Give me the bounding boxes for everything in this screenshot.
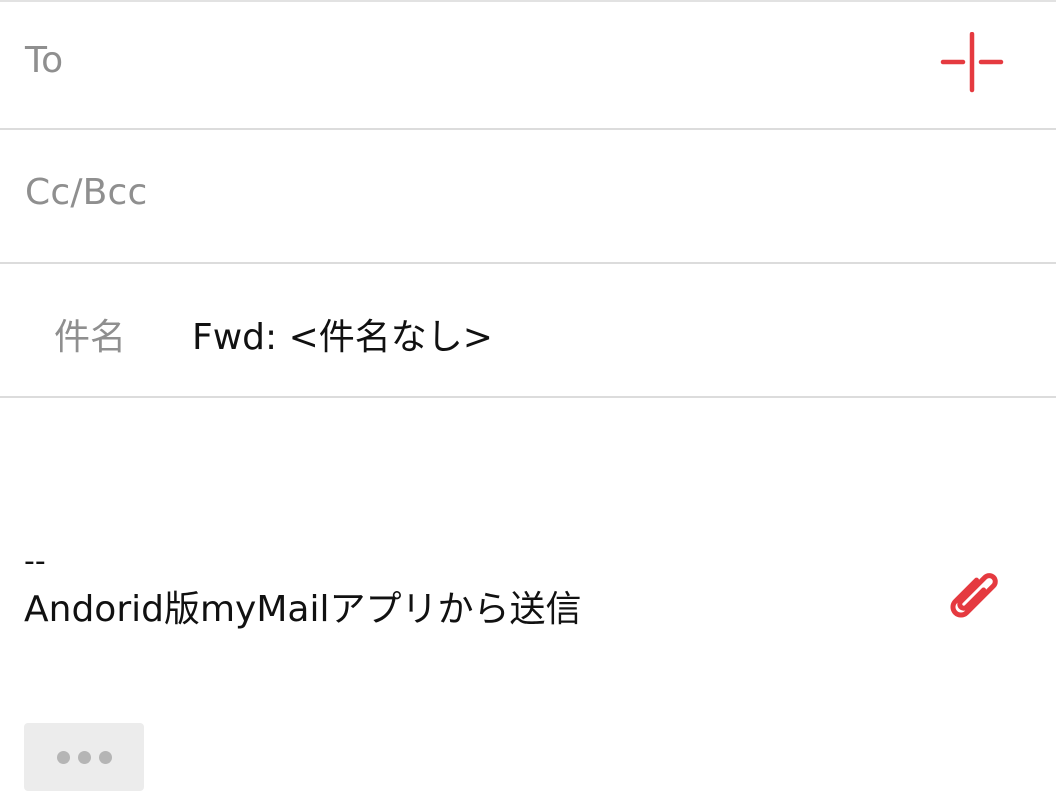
to-row[interactable]: To	[0, 2, 1056, 130]
signature-text: Andorid版myMailアプリから送信	[24, 589, 582, 630]
cc-bcc-label: Cc/Bcc	[25, 172, 148, 213]
cc-bcc-row[interactable]: Cc/Bcc	[0, 130, 1056, 264]
plus-icon[interactable]	[940, 31, 1004, 96]
compose-screen: To Cc/Bcc 件名 Fwd: <件名なし> -- Andorid版myMa…	[0, 0, 1056, 794]
subject-row[interactable]: 件名 Fwd: <件名なし>	[0, 264, 1056, 618]
signature-separator: --	[24, 544, 46, 579]
ellipsis-dot	[77, 750, 91, 764]
ellipsis-icon	[56, 750, 70, 764]
ellipsis-dot	[98, 750, 112, 764]
subject-label: 件名	[54, 317, 127, 358]
message-body[interactable]: -- Andorid版myMailアプリから送信	[0, 398, 1056, 708]
to-label: To	[25, 40, 64, 81]
subject-field[interactable]: Fwd: <件名なし>	[192, 308, 493, 360]
show-quoted-button[interactable]	[24, 723, 144, 791]
